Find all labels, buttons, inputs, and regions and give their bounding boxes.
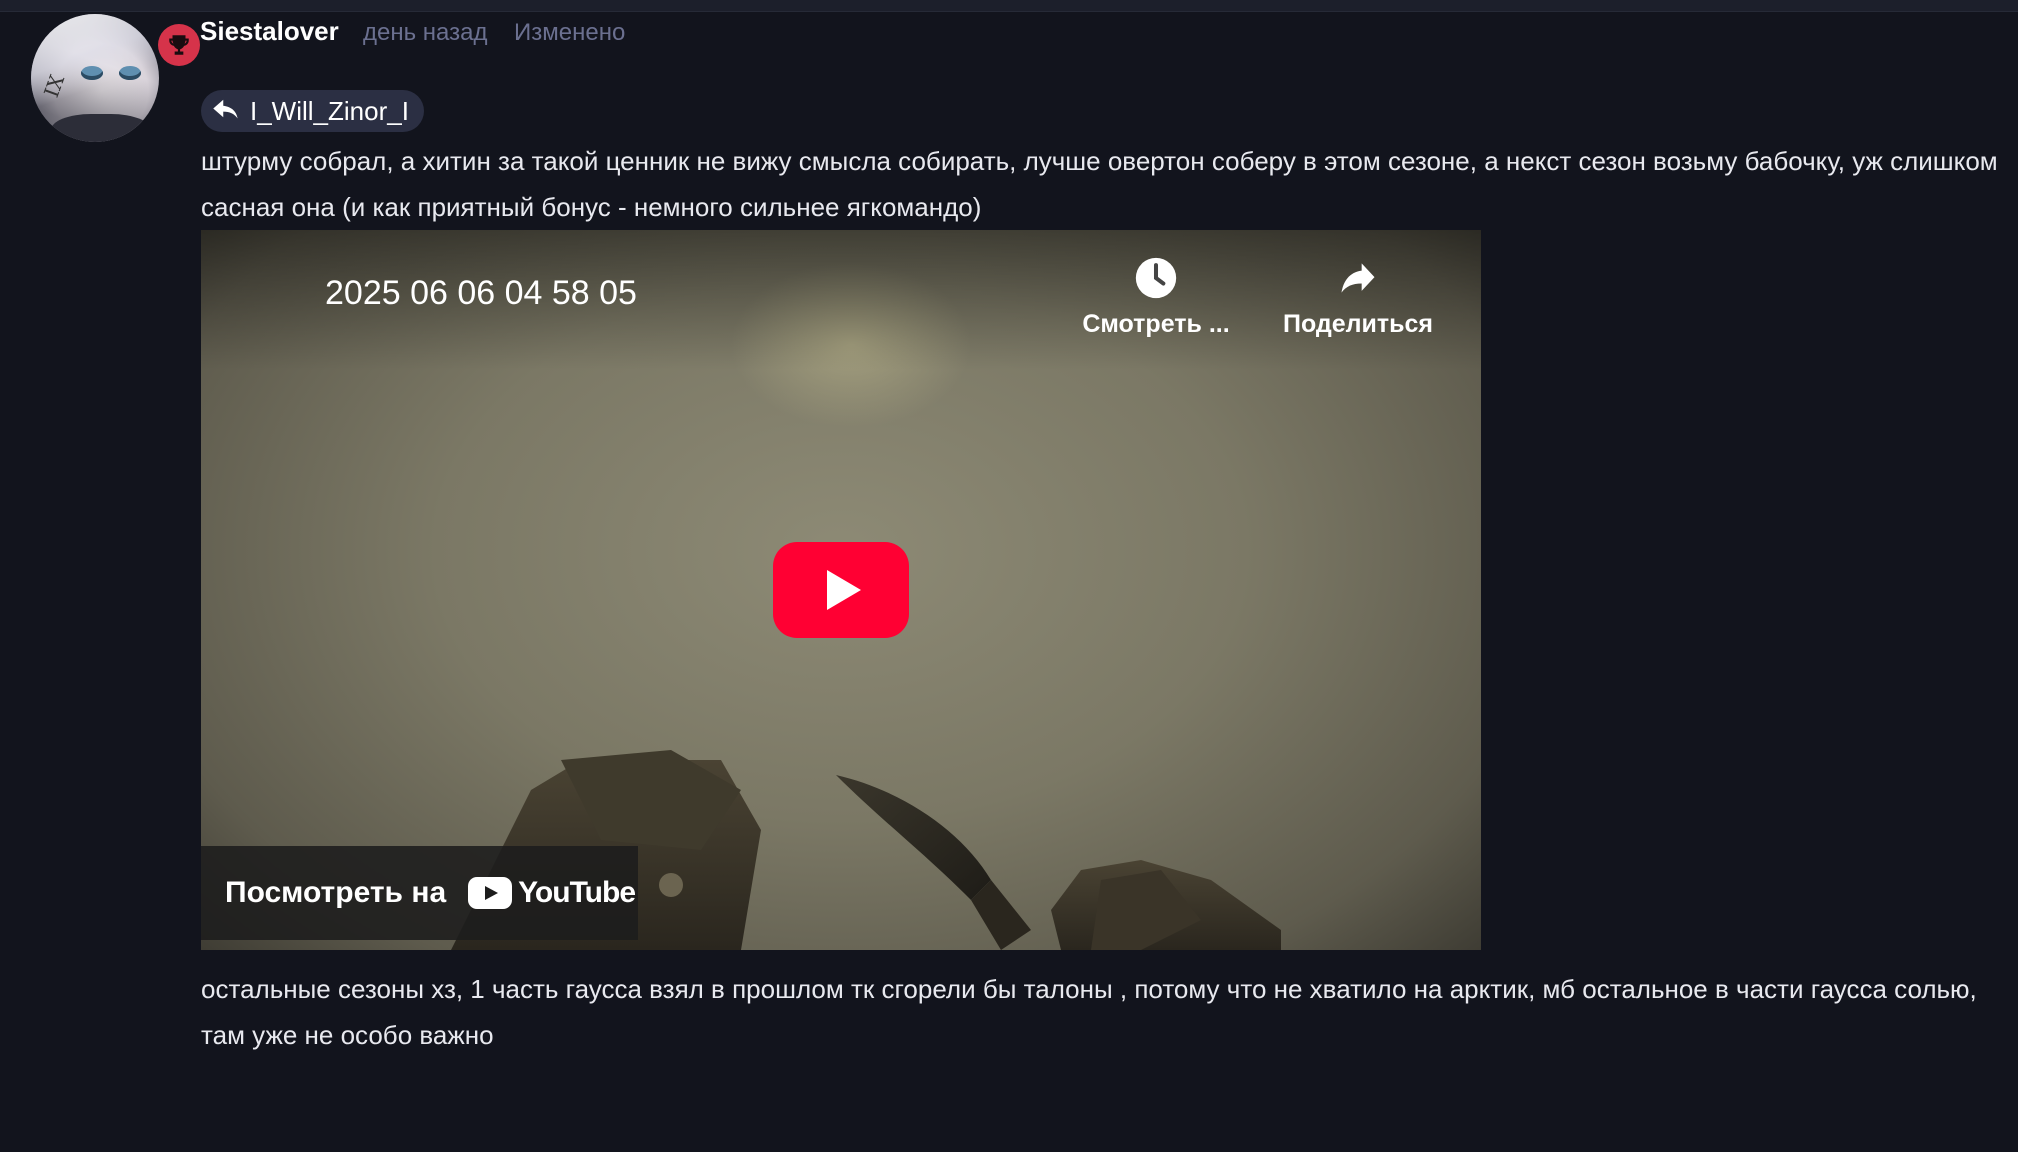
share-label: Поделиться (1282, 310, 1434, 338)
watch-later-button[interactable]: Смотреть ... (1071, 256, 1241, 339)
comment-timestamp[interactable]: день назад (363, 19, 487, 47)
username-link[interactable]: Siestalover (200, 16, 339, 47)
youtube-wordmark: YouTube (518, 876, 636, 909)
youtube-play-icon (773, 542, 909, 638)
trophy-icon (169, 35, 189, 55)
play-button[interactable] (773, 542, 909, 638)
avatar-eye-right (119, 66, 141, 80)
comment-text-before-video: штурму собрал, а хитин за такой ценник н… (201, 146, 1998, 222)
watch-on-youtube-button[interactable]: Посмотреть на YouTube (201, 846, 638, 940)
watch-later-label: Смотреть ... (1082, 310, 1230, 338)
video-title[interactable]: 2025 06 06 04 58 05 (325, 274, 637, 313)
comment: IX Siestalover день назад Изменено I_Wil… (0, 0, 2018, 1152)
youtube-logo-icon (468, 877, 513, 909)
youtube-logo: YouTube (468, 876, 636, 910)
share-button[interactable]: Поделиться (1273, 256, 1443, 339)
comment-text-after-video: остальные сезоны хз, 1 часть гаусса взял… (201, 974, 1977, 1050)
user-avatar-container[interactable]: IX (31, 14, 200, 142)
youtube-embed[interactable]: 2025 06 06 04 58 05 Смотреть ... Поделит… (201, 230, 1481, 950)
clock-icon (1135, 257, 1177, 299)
share-arrow-icon (1341, 263, 1375, 293)
reply-to-username: I_Will_Zinor_I (250, 95, 409, 126)
reply-to-chip[interactable]: I_Will_Zinor_I (201, 90, 424, 132)
watch-on-label: Посмотреть на (225, 876, 447, 909)
avatar[interactable]: IX (31, 14, 159, 142)
reply-arrow-icon (213, 99, 238, 119)
avatar-eye-left (81, 66, 103, 80)
edited-label: Изменено (514, 19, 626, 46)
achievement-badge[interactable] (158, 24, 200, 66)
avatar-collar (51, 114, 151, 142)
